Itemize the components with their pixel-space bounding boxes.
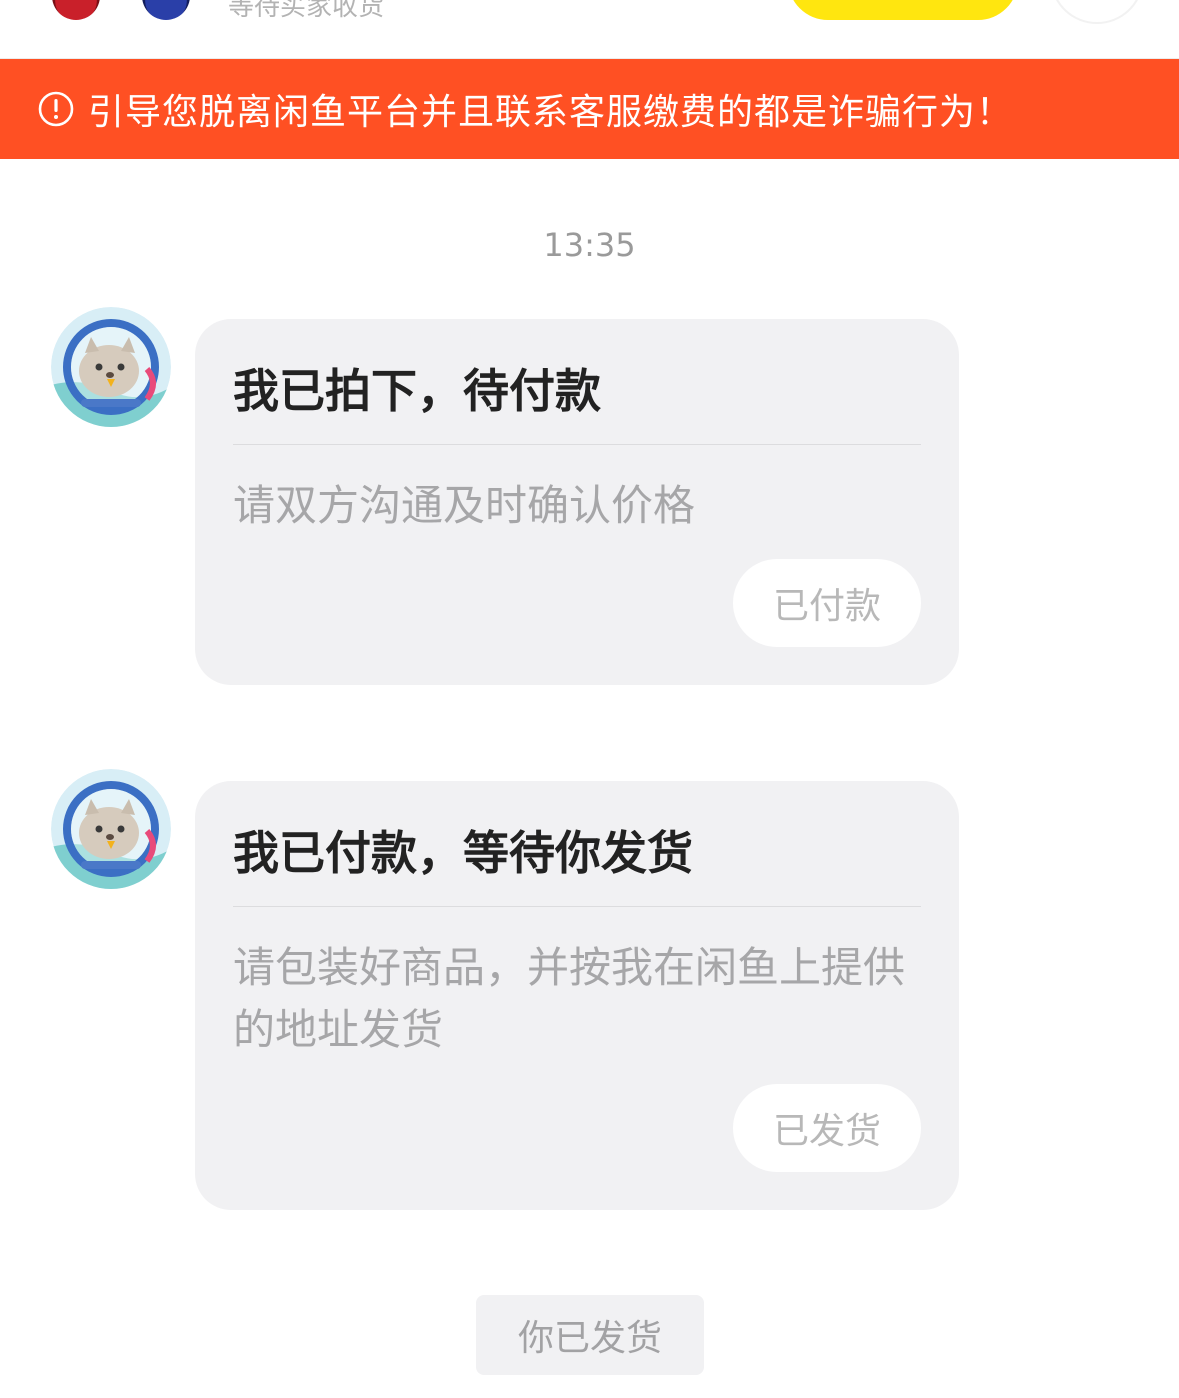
- order-header: 等待买家收货: [0, 0, 1179, 59]
- card-divider: [233, 444, 921, 445]
- chat-page: 等待买家收货 引导您脱离闲鱼平台并且联系客服缴费的都是诈骗行为！ 13:35 我…: [0, 0, 1179, 1398]
- paid-button[interactable]: 已付款: [733, 559, 921, 647]
- shipped-button[interactable]: 已发货: [733, 1084, 921, 1172]
- message-description: 请双方沟通及时确认价格: [233, 481, 696, 530]
- message-description: 请包装好商品，并按我在闲鱼上提供的地址发货: [233, 943, 906, 1054]
- exclamation-circle-icon: [38, 91, 74, 127]
- buyer-avatar-icon[interactable]: [52, 0, 100, 20]
- order-status-text: 等待买家收货: [228, 0, 385, 22]
- seal-astronaut-avatar-icon[interactable]: [51, 307, 171, 427]
- card-divider: [233, 906, 921, 907]
- message-title: 我已付款，等待你发货: [233, 826, 693, 880]
- more-button[interactable]: [1050, 0, 1144, 24]
- warning-text: 引导您脱离闲鱼平台并且联系客服缴费的都是诈骗行为！: [88, 92, 1014, 133]
- system-notice: 你已发货: [476, 1295, 704, 1375]
- seller-avatar-icon[interactable]: [142, 0, 190, 20]
- message-timestamp: 13:35: [543, 226, 636, 264]
- message-title: 我已拍下，待付款: [233, 364, 601, 418]
- message-card: 我已付款，等待你发货 请包装好商品，并按我在闲鱼上提供的地址发货 已发货: [195, 781, 959, 1210]
- seal-astronaut-avatar-icon[interactable]: [51, 769, 171, 889]
- message-card: 我已拍下，待付款 请双方沟通及时确认价格 已付款: [195, 319, 959, 685]
- fraud-warning-banner: 引导您脱离闲鱼平台并且联系客服缴费的都是诈骗行为！: [0, 59, 1179, 159]
- order-action-button[interactable]: [788, 0, 1018, 20]
